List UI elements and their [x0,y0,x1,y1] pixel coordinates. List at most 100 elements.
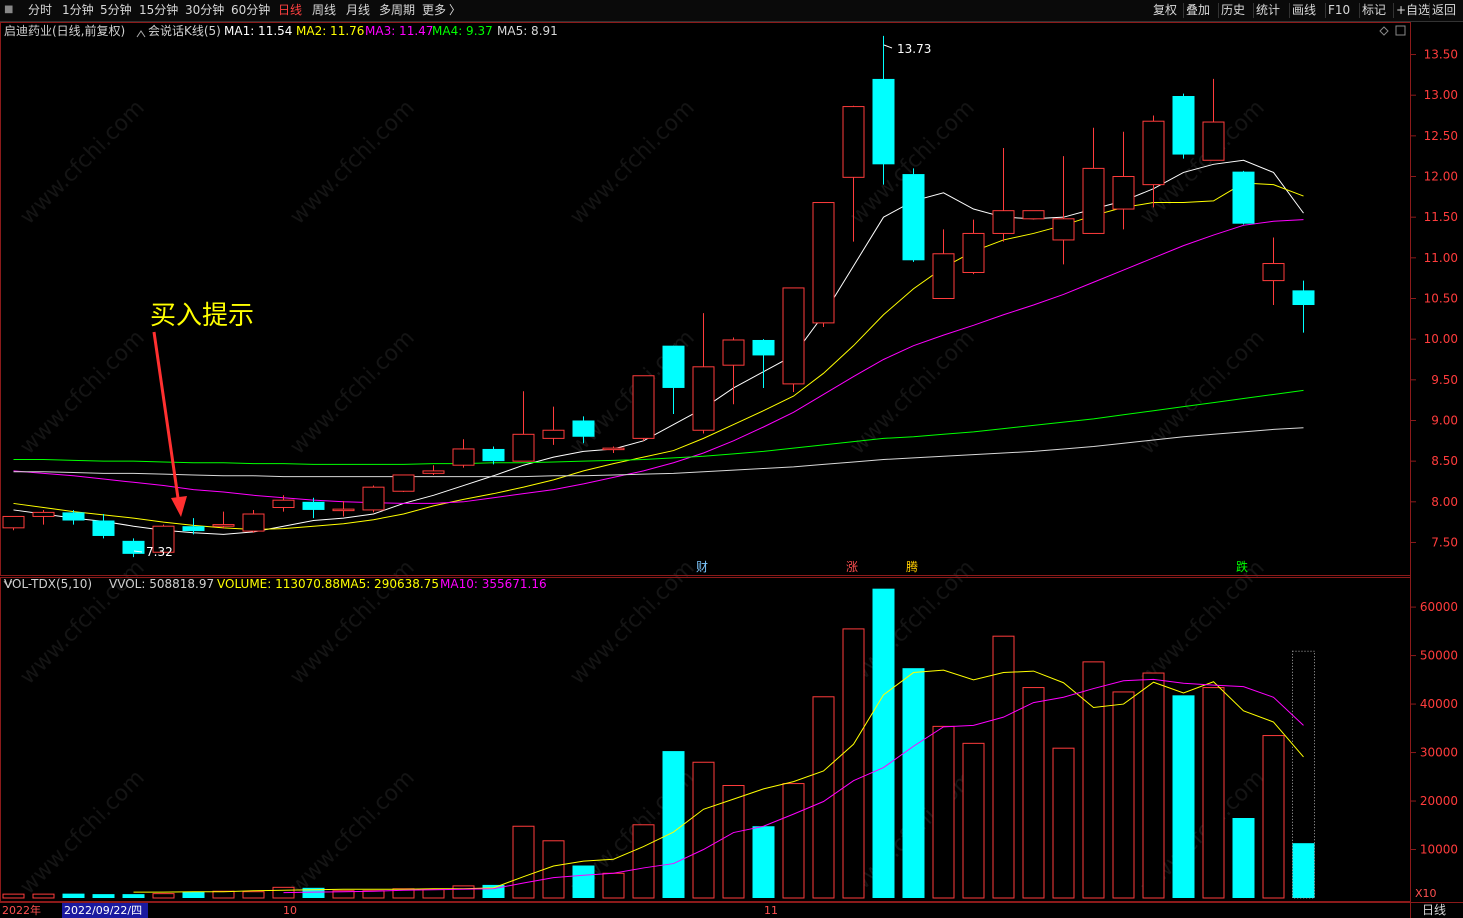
chart-header-stock: 启迪药业(日线,前复权) [4,23,125,38]
kline-chart: 13.50 13.00 12.50 12.00 11.50 11.00 10.50 10.00… [0,22,1463,918]
vol-unit-label: X10 [1415,887,1437,900]
price-tick-label: 12.50 [1424,129,1458,143]
candle-body [2,515,25,529]
volume-bar [1112,691,1135,899]
volume-bar [92,894,115,898]
volume-bar [842,628,865,899]
price-tick-label: 12.00 [1424,170,1458,184]
price-tick-label: 9.50 [1431,373,1458,387]
low-price-label: 7.32 [146,545,173,559]
candle-body [872,78,895,165]
vol-indicator-name: VOL-TDX(5,10) [4,577,92,591]
volume-bar [452,885,475,899]
price-tick-label: 11.00 [1424,251,1458,265]
vvol-value: VVOL: 508818.97 [109,577,214,591]
volume-tick-label: 10000 [1420,843,1458,857]
candle-body [482,448,505,462]
candle-body [182,526,205,532]
price-tick-label: 8.50 [1431,454,1458,468]
volume-value: VOLUME: 113070.88 [217,577,340,591]
candle-body [242,513,265,532]
candle-body [212,524,235,527]
volume-bar [542,840,565,899]
price-tick-label: 9.00 [1431,413,1458,427]
indicator-dropdown-icon [136,30,146,38]
volume-bar [872,588,895,898]
volume-bar [1082,661,1105,899]
volume-bar [32,893,55,899]
volume-bar [1172,695,1195,898]
ma2-value: MA2: 11.76 [296,24,364,38]
candle-body [1292,290,1315,306]
teng-marker[interactable]: 腾 [906,559,918,574]
month-10-label: 10 [283,904,297,917]
candle-body [62,512,85,521]
price-panel-frame [0,22,1411,576]
candle-body [662,345,685,388]
chart-marks-layer [2,35,1315,899]
volume-bar [152,893,175,899]
high-pointer [883,44,893,49]
candle-body [602,447,625,451]
candle-body [1112,176,1135,210]
ma-line-ma2 [13,182,1304,530]
indicator-name: 会说话K线(5) [148,23,221,38]
volume-bar [242,891,265,899]
candle-body [1082,167,1105,234]
candle-body [362,486,385,511]
finance-marker[interactable]: 财 [696,560,708,574]
price-tick-label: 13.50 [1424,48,1458,62]
candle-body [572,420,595,437]
ma-line-ma1 [13,159,1304,535]
volume-bar [1292,843,1315,898]
ma-line-ma5 [13,427,1304,478]
volume-bar [2,893,25,899]
volume-bar [902,668,925,898]
volume-bar [1022,687,1045,899]
price-tick-label: 8.00 [1431,495,1458,509]
candle-body [722,339,745,366]
volume-bar [992,635,1015,899]
candle-body [422,470,445,474]
volume-bar [1142,672,1165,899]
volume-bar [662,751,685,898]
volume-tick-label: 50000 [1420,649,1458,663]
candle-body [902,174,925,261]
cursor-date-label: 2022/09/22/四 [64,904,142,917]
candle-body [842,106,865,178]
candle-body [692,366,715,431]
candle-body [332,508,355,512]
price-tick-label: 11.50 [1424,210,1458,224]
price-tick-label: 13.00 [1424,88,1458,102]
volume-bar [1202,687,1225,899]
volume-tick-label: 60000 [1420,600,1458,614]
candle-body [752,339,775,356]
volume-bar [122,894,145,898]
candle-body [452,448,475,466]
volume-bar [212,890,235,899]
volume-bar [512,825,535,899]
candle-body [32,511,55,517]
ma5-value: MA5: 8.91 [497,24,558,38]
candle-body [932,253,955,300]
candle-body [1052,218,1075,241]
price-tick-label: 7.50 [1431,535,1458,549]
volume-bar [932,725,955,899]
candle-body [812,202,835,324]
candle-body [1262,263,1285,282]
fall-marker[interactable]: 跌 [1236,559,1248,574]
volume-bar [1232,818,1255,898]
ma-line-ma3 [13,219,1304,504]
volume-bar [1262,735,1285,899]
buy-hint-label: 买入提示 [150,301,254,331]
volume-bar [632,824,655,899]
volume-tick-label: 20000 [1420,794,1458,808]
rise-marker[interactable]: 涨 [846,559,858,574]
period-corner-label[interactable]: 日线 [1422,903,1446,917]
volume-tick-label: 30000 [1420,746,1458,760]
volume-bar [1052,747,1075,899]
month-11-label: 11 [764,904,778,917]
volume-bar [182,891,205,898]
volume-bar [962,742,985,899]
candle-body [1172,96,1195,155]
